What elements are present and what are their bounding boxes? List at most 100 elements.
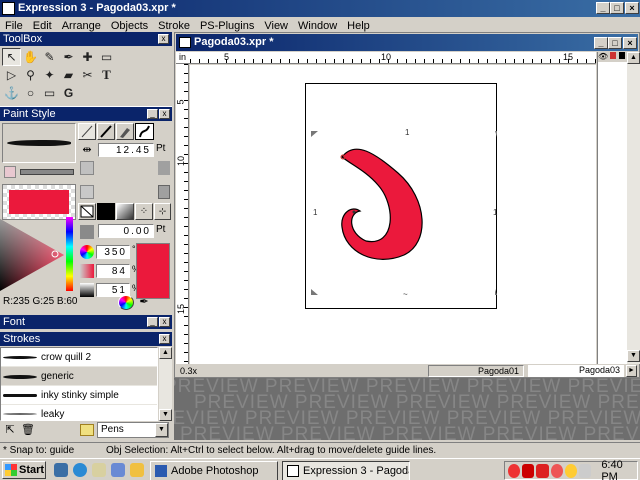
anchor-icon[interactable]: ⚓ [2, 84, 21, 102]
app-icon[interactable] [2, 2, 15, 15]
layers-scrollbar[interactable]: ▲ ▼ [627, 52, 640, 364]
paint-style-close-icon[interactable]: x [159, 109, 170, 119]
list-item[interactable]: generic [1, 367, 157, 386]
tab-pagoda03[interactable]: Pagoda03 [528, 365, 624, 377]
eraser-icon[interactable]: ▰ [59, 66, 78, 84]
desktop-icon[interactable] [54, 463, 68, 477]
tray-icon[interactable] [508, 463, 521, 478]
close-button[interactable]: × [625, 2, 639, 14]
tray-icon[interactable] [522, 463, 535, 478]
menu-objects[interactable]: Objects [106, 20, 153, 32]
zoom-level[interactable]: 0.3x [180, 365, 197, 377]
document-icon[interactable] [179, 37, 191, 48]
new-stroke-icon[interactable]: ⇱ [2, 423, 18, 438]
swatch-grey-icon[interactable] [80, 161, 94, 175]
direct-select-icon[interactable]: ▷ [2, 66, 21, 84]
explorer-icon[interactable] [111, 463, 125, 477]
swatch-light-icon[interactable] [80, 185, 94, 199]
pen-icon[interactable]: ✒ [59, 48, 78, 66]
menu-help[interactable]: Help [342, 20, 375, 32]
zoom-icon[interactable]: ⚲ [21, 66, 40, 84]
minimize-button[interactable]: _ [596, 2, 610, 14]
stroke-width-unit[interactable]: Pt [156, 143, 165, 154]
strokes-scrollbar[interactable]: ▲ ▼ [159, 347, 172, 421]
doc-close-button[interactable]: × [623, 37, 637, 49]
menu-view[interactable]: View [259, 20, 293, 32]
maximize-button[interactable]: □ [610, 2, 624, 14]
scissors-icon[interactable]: ✂ [78, 66, 97, 84]
canvas[interactable]: 1 1 1 ~ [190, 65, 596, 364]
layer-visible-icon[interactable]: 👁 [598, 52, 608, 61]
clock[interactable]: 6:40 PM [601, 459, 637, 480]
gradient-swatch-icon[interactable] [4, 166, 16, 178]
app-launch-icon[interactable] [130, 463, 144, 477]
menu-edit[interactable]: Edit [28, 20, 57, 32]
layer-lock-icon[interactable] [610, 52, 617, 59]
node-edit-icon[interactable]: ✦ [40, 66, 59, 84]
trash-icon[interactable]: 🗑 [20, 423, 36, 438]
scroll-up-icon[interactable]: ▲ [159, 347, 172, 359]
task-expression-3[interactable]: Expression 3 - Pagoda... [282, 461, 410, 480]
strokes-close-icon[interactable]: x [159, 334, 170, 344]
fill-texture-icon[interactable]: ⊹ [154, 203, 171, 220]
select-arrow-icon[interactable]: ↖ [2, 48, 21, 66]
scroll-down-icon[interactable]: ▼ [627, 350, 640, 362]
list-item[interactable]: crow quill 2 [1, 348, 157, 367]
list-item[interactable]: inky stinky simple [1, 386, 157, 405]
stroke-brush-icon[interactable] [135, 123, 154, 140]
vertical-ruler[interactable]: 5 10 15 [176, 64, 189, 364]
eyedropper-icon[interactable]: ✒ [136, 295, 152, 310]
stroke-category-select[interactable]: Pens ▼ [97, 422, 169, 438]
layer-color-icon[interactable] [618, 52, 625, 59]
toolbox-close-icon[interactable]: x [158, 34, 169, 44]
hand-icon[interactable]: ✋ [21, 48, 40, 66]
stroke-pen-icon[interactable] [116, 123, 134, 140]
scroll-down-icon[interactable]: ▼ [159, 409, 172, 421]
swatch-dark-icon[interactable] [158, 185, 170, 199]
task-adobe-photoshop[interactable]: Adobe Photoshop [150, 461, 278, 480]
font-close-icon[interactable]: x [159, 317, 170, 327]
text-icon[interactable]: T [97, 66, 116, 84]
fill-solid-icon[interactable] [97, 203, 115, 220]
stroke-type-bar[interactable] [2, 165, 76, 181]
scroll-up-icon[interactable]: ▲ [627, 52, 640, 64]
color-wheel-button-icon[interactable] [118, 295, 134, 310]
scroll-nub-icon[interactable] [158, 161, 170, 175]
current-color-swatch[interactable] [136, 243, 170, 299]
menu-arrange[interactable]: Arrange [57, 20, 106, 32]
saturation-field[interactable]: 84 [96, 264, 130, 278]
chevron-down-icon[interactable]: ▼ [155, 423, 168, 437]
fill-pattern-icon[interactable]: ⁘ [135, 203, 153, 220]
list-item[interactable]: leaky [1, 405, 157, 420]
horizontal-ruler[interactable]: in 5 10 15 [176, 52, 596, 64]
tray-icon[interactable] [550, 463, 563, 478]
tray-icon[interactable] [536, 463, 549, 478]
menu-stroke[interactable]: Stroke [153, 20, 195, 32]
rectangle-icon[interactable]: ▭ [40, 84, 59, 102]
node-add-icon[interactable]: ✚ [78, 48, 97, 66]
speaker-icon[interactable] [579, 463, 592, 478]
start-button[interactable]: Start [2, 461, 46, 479]
offset-unit[interactable]: Pt [156, 224, 165, 235]
fill-gradient-icon[interactable] [116, 203, 134, 220]
offset-field[interactable]: 0.00 [98, 224, 154, 238]
menu-window[interactable]: Window [293, 20, 342, 32]
outlook-icon[interactable] [92, 463, 106, 477]
hue-field[interactable]: 350 [96, 245, 130, 259]
doc-restore-button[interactable]: □ [608, 37, 622, 49]
menu-ps-plugins[interactable]: PS-Plugins [195, 20, 259, 32]
fill-none-icon[interactable] [78, 203, 96, 220]
tray-icon[interactable] [564, 463, 578, 478]
ellipse-icon[interactable]: ○ [21, 84, 40, 102]
menu-file[interactable]: File [0, 20, 28, 32]
marquee-icon[interactable]: ▭ [97, 48, 116, 66]
folder-icon[interactable] [80, 424, 94, 436]
color-triangle-picker[interactable] [0, 215, 74, 291]
spiral-icon[interactable]: G [59, 84, 78, 102]
tab-pagoda01[interactable]: Pagoda01 [428, 365, 524, 377]
stroke-preview[interactable] [2, 123, 76, 163]
ie-icon[interactable] [73, 463, 87, 477]
stroke-line-thick-icon[interactable] [97, 123, 115, 140]
paint-style-minimize-icon[interactable]: _ [147, 109, 158, 119]
brush-icon[interactable]: ✎ [40, 48, 59, 66]
